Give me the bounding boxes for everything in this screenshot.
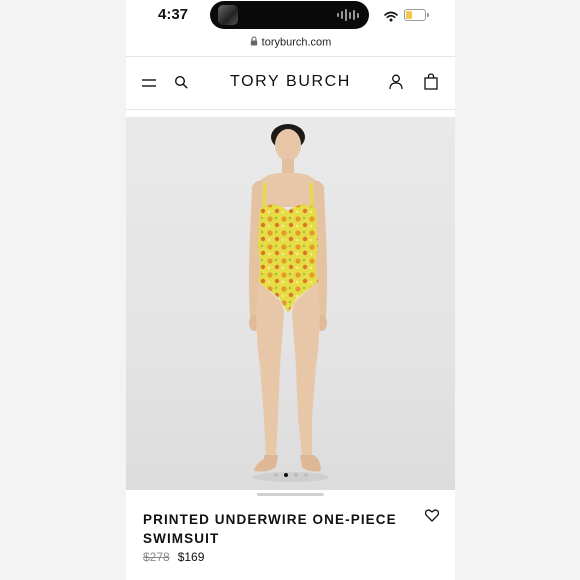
shopping-bag-icon[interactable] [424,73,438,95]
product-image-gallery[interactable] [126,117,455,490]
address-bar[interactable]: toryburch.com [126,36,455,49]
sale-price: $169 [177,550,205,564]
pagination-dot[interactable] [303,473,308,477]
model-photo [249,124,329,482]
dynamic-island[interactable] [210,1,369,29]
brand-logo[interactable]: TORY BURCH [126,73,455,91]
sheet-grabber[interactable] [257,493,324,496]
now-playing-artwork [218,5,238,25]
heart-icon[interactable] [424,509,440,527]
pagination-dot-active[interactable] [283,473,288,477]
site-header: TORY BURCH [126,57,455,109]
price-block: $278 $169 [143,550,204,564]
gallery-pagination[interactable] [126,473,455,477]
pagination-dot[interactable] [273,473,278,477]
url-text: toryburch.com [261,36,332,49]
lock-icon [250,36,258,49]
divider [126,109,455,110]
wifi-icon [384,9,398,27]
account-icon[interactable] [389,74,403,95]
pagination-dot[interactable] [293,473,298,477]
audio-waveform-icon [337,9,359,21]
phone-screen: 4:37 toryburch.com TORY BURCH PRINTED UN… [126,0,455,580]
product-title: PRINTED UNDERWIRE ONE-PIECE SWIMSUIT [143,512,397,546]
battery-icon [404,9,429,21]
status-time: 4:37 [158,6,189,23]
status-bar: 4:37 [126,0,455,32]
original-price: $278 [143,550,170,564]
